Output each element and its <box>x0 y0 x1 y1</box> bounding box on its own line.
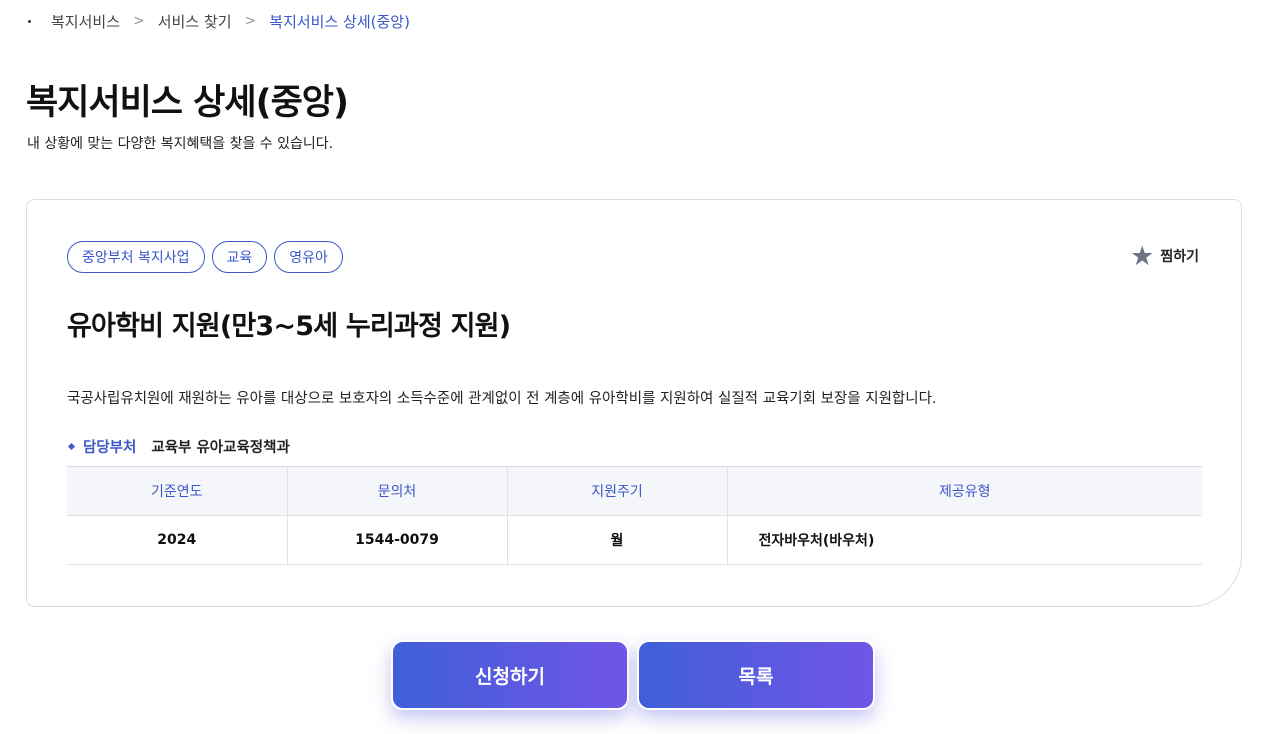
header-base-year: 기준연도 <box>67 466 287 516</box>
favorite-label: 찜하기 <box>1160 249 1199 265</box>
cell-contact: 1544-0079 <box>286 515 507 565</box>
breadcrumb-item-current: 복지서비스 상세(중앙) <box>269 12 410 31</box>
service-detail-card: 중앙부처 복지사업 교육 영유아 ★ 찜하기 유아학비 지원(만3~5세 누리과… <box>26 199 1242 607</box>
diamond-bullet-icon <box>67 442 76 451</box>
service-title: 유아학비 지원(만3~5세 누리과정 지원) <box>67 311 511 342</box>
breadcrumb-bullet <box>28 19 31 23</box>
department-value: 교육부 유아교육정책과 <box>151 440 290 456</box>
star-icon: ★ <box>1130 240 1155 272</box>
header-provision-type: 제공유형 <box>726 466 1202 516</box>
tag-central-ministry[interactable]: 중앙부처 복지사업 <box>67 241 205 273</box>
apply-button[interactable]: 신청하기 <box>391 640 629 710</box>
header-support-cycle: 지원주기 <box>506 466 727 516</box>
table-row: 2024 1544-0079 월 전자바우처(바우처) <box>67 515 1202 565</box>
breadcrumb-item-welfare[interactable]: 복지서비스 <box>51 11 120 32</box>
cell-base-year: 2024 <box>67 515 287 565</box>
cell-support-cycle: 월 <box>506 515 727 565</box>
cell-provision-type: 전자바우처(바우처) <box>726 515 1202 565</box>
table-header-row: 기준연도 문의처 지원주기 제공유형 <box>67 466 1202 516</box>
favorite-button[interactable]: ★ 찜하기 <box>1130 240 1199 272</box>
department-label: 담당부처 <box>83 440 137 456</box>
header-contact: 문의처 <box>286 466 507 516</box>
tag-infant[interactable]: 영유아 <box>274 241 343 273</box>
service-description: 국공사립유치원에 재원하는 유아를 대상으로 보호자의 소득수준에 관계없이 전… <box>67 391 937 407</box>
tag-list: 중앙부처 복지사업 교육 영유아 <box>67 241 343 273</box>
breadcrumb: 복지서비스 > 서비스 찾기 > 복지서비스 상세(중앙) <box>28 10 410 32</box>
breadcrumb-item-find-service[interactable]: 서비스 찾기 <box>158 11 232 32</box>
page-title: 복지서비스 상세(중앙) <box>26 83 349 123</box>
page: 복지서비스 > 서비스 찾기 > 복지서비스 상세(중앙) 복지서비스 상세(중… <box>0 0 1266 734</box>
action-buttons: 신청하기 목록 <box>391 640 875 710</box>
service-info-table: 기준연도 문의처 지원주기 제공유형 2024 1544-0079 월 전자바우… <box>67 466 1202 565</box>
page-subtitle: 내 상황에 맞는 다양한 복지혜택을 찾을 수 있습니다. <box>27 136 334 152</box>
chevron-right-icon: > <box>244 13 257 29</box>
list-button[interactable]: 목록 <box>637 640 875 710</box>
tag-education[interactable]: 교육 <box>211 241 268 273</box>
department-info: 담당부처 교육부 유아교육정책과 <box>67 436 290 457</box>
chevron-right-icon: > <box>133 13 145 29</box>
